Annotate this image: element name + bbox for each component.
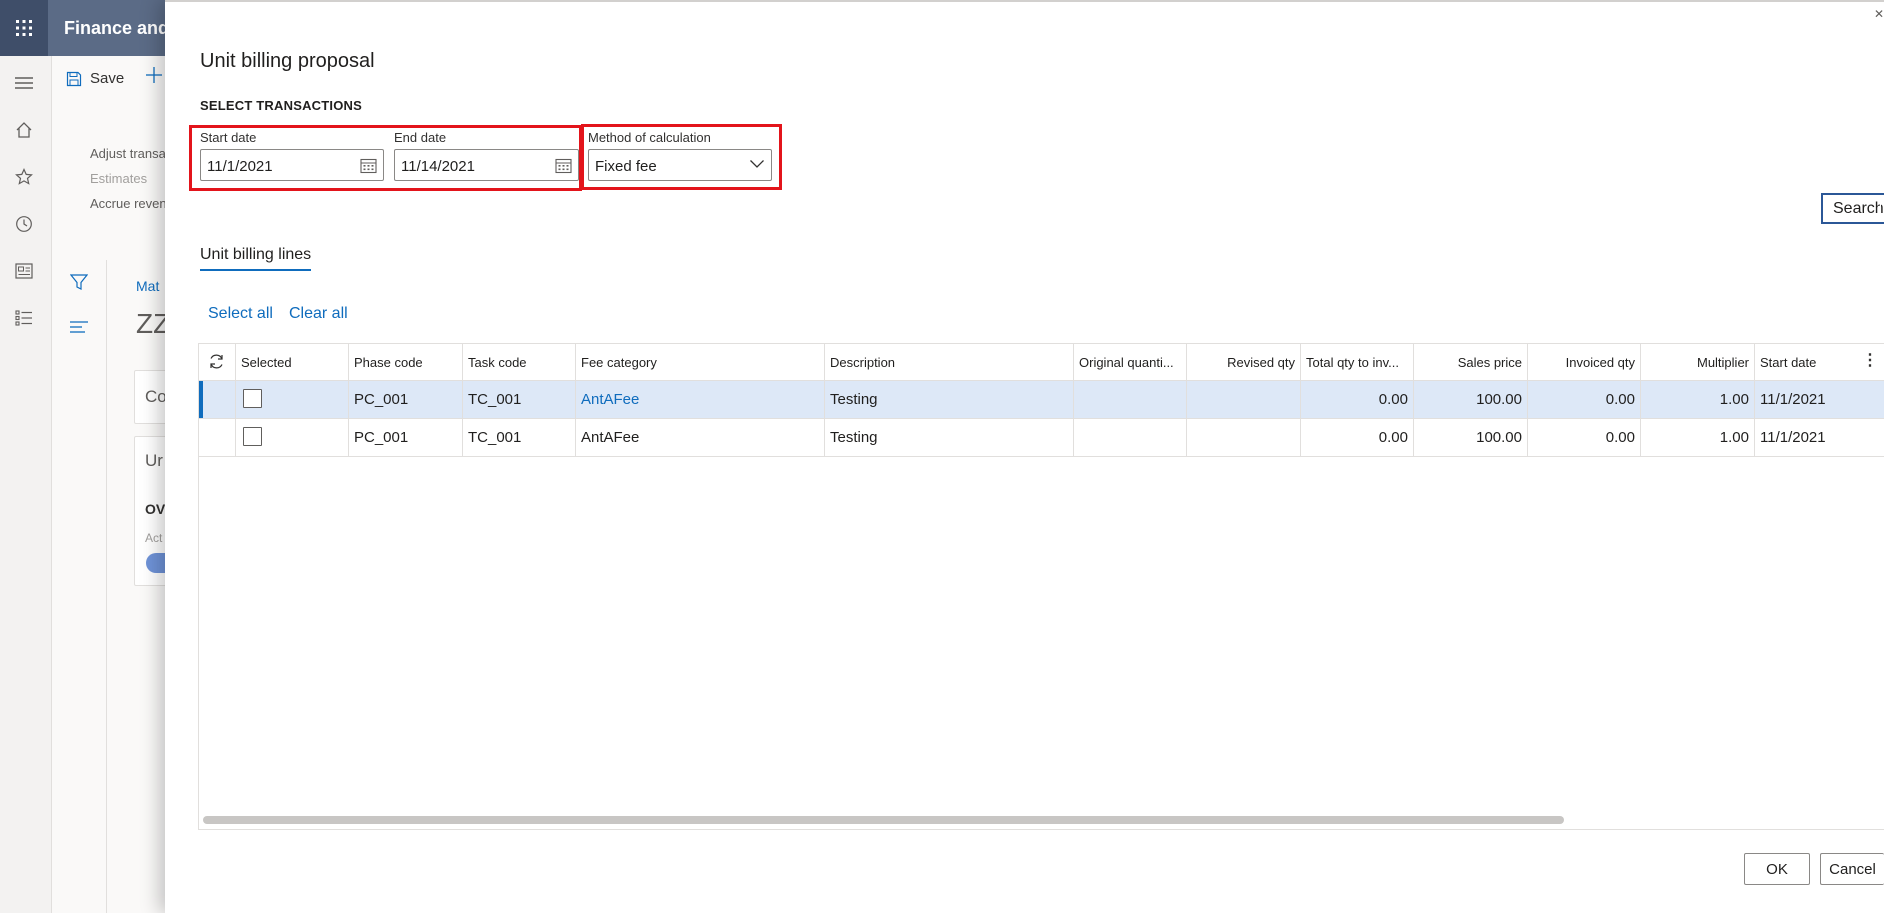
method-of-calculation-select[interactable]: Fixed fee — [588, 149, 772, 181]
table-row[interactable]: PC_001 TC_001 AntAFee Testing 0.00 100.0… — [199, 419, 1884, 457]
column-header-description[interactable]: Description — [825, 344, 1074, 381]
app-title[interactable]: Finance and — [64, 18, 169, 39]
start-date-label: Start date — [200, 130, 257, 145]
column-header-revised-qty[interactable]: Revised qty — [1187, 344, 1301, 381]
recent-clock-icon[interactable] — [13, 213, 35, 235]
save-icon — [66, 71, 82, 87]
fee-category-cell[interactable]: AntAFee — [576, 419, 825, 456]
column-header-sales-price[interactable]: Sales price — [1414, 344, 1528, 381]
grid-header: Selected Phase code Task code Fee catego… — [199, 344, 1884, 381]
description-cell[interactable]: Testing — [825, 419, 1074, 456]
workspaces-icon[interactable] — [13, 260, 35, 282]
row-checkbox[interactable] — [243, 389, 262, 408]
background-breadcrumb[interactable]: Mat — [136, 278, 159, 294]
close-icon[interactable]: ✕ — [1872, 8, 1884, 20]
end-date-label: End date — [394, 130, 447, 145]
dialog-title: Unit billing proposal — [200, 50, 375, 72]
unit-billing-lines-grid: Selected Phase code Task code Fee catego… — [198, 343, 1884, 830]
estimates-menu-item[interactable]: Estimates — [90, 171, 147, 186]
column-header-fee-category[interactable]: Fee category — [576, 344, 825, 381]
overview-title: OV — [145, 501, 166, 517]
phase-code-cell[interactable]: PC_001 — [349, 419, 463, 456]
grid-refresh-cell[interactable] — [199, 344, 236, 381]
row-marker-cell[interactable] — [199, 381, 236, 418]
navigation-rail — [0, 56, 52, 913]
calendar-icon[interactable] — [360, 157, 377, 174]
calendar-icon[interactable] — [555, 157, 572, 174]
invoiced-qty-cell[interactable]: 0.00 — [1528, 381, 1641, 418]
row-checkbox[interactable] — [243, 427, 262, 446]
background-card-2-label: Ur — [145, 451, 163, 470]
horizontal-scrollbar[interactable] — [203, 816, 1564, 824]
multiplier-cell[interactable]: 1.00 — [1641, 419, 1755, 456]
filter-rail — [52, 260, 107, 913]
multiplier-cell[interactable]: 1.00 — [1641, 381, 1755, 418]
favorites-star-icon[interactable] — [13, 166, 35, 188]
column-header-multiplier[interactable]: Multiplier — [1641, 344, 1755, 381]
column-header-selected[interactable]: Selected — [236, 344, 349, 381]
new-button[interactable] — [145, 66, 163, 84]
save-button[interactable]: Save — [66, 70, 124, 87]
more-options-icon[interactable]: ⋮ — [1860, 352, 1880, 370]
hamburger-menu-icon[interactable] — [13, 72, 35, 94]
task-code-cell[interactable]: TC_001 — [463, 381, 576, 418]
start-date-value: 11/1/2021 — [207, 158, 273, 175]
column-header-task-code[interactable]: Task code — [463, 344, 576, 381]
modules-list-icon[interactable] — [13, 307, 35, 329]
column-header-original-quantity[interactable]: Original quanti... — [1074, 344, 1187, 381]
column-header-invoiced-qty[interactable]: Invoiced qty — [1528, 344, 1641, 381]
end-date-field[interactable]: 11/14/2021 — [394, 149, 579, 181]
method-of-calculation-value: Fixed fee — [595, 158, 657, 175]
select-all-button[interactable]: Select all — [208, 305, 273, 323]
plus-icon — [145, 66, 163, 84]
app-launcher-icon[interactable] — [0, 0, 48, 56]
end-date-value: 11/14/2021 — [401, 158, 475, 175]
column-header-start-date[interactable]: Start date — [1755, 344, 1860, 381]
selected-cell[interactable] — [236, 381, 349, 418]
save-label: Save — [90, 70, 125, 87]
tab-unit-billing-lines[interactable]: Unit billing lines — [200, 246, 312, 271]
start-date-field[interactable]: 11/1/2021 — [200, 149, 384, 181]
sales-price-cell[interactable]: 100.00 — [1414, 419, 1528, 456]
home-icon[interactable] — [13, 119, 35, 141]
ok-button[interactable]: OK — [1744, 853, 1810, 885]
cancel-button[interactable]: Cancel — [1820, 853, 1884, 885]
method-of-calculation-label: Method of calculation — [588, 130, 711, 145]
table-row[interactable]: PC_001 TC_001 AntAFee Testing 0.00 100.0… — [199, 381, 1884, 419]
task-code-cell[interactable]: TC_001 — [463, 419, 576, 456]
search-button[interactable]: Search — [1821, 193, 1884, 224]
overview-label: Act — [145, 531, 163, 545]
description-cell[interactable]: Testing — [825, 381, 1074, 418]
revised-qty-cell[interactable] — [1187, 381, 1301, 418]
adjust-transactions-menu-item[interactable]: Adjust transa — [90, 146, 166, 161]
column-header-phase-code[interactable]: Phase code — [349, 344, 463, 381]
chevron-down-icon — [749, 159, 765, 169]
total-qty-cell[interactable]: 0.00 — [1301, 381, 1414, 418]
sales-price-cell[interactable]: 100.00 — [1414, 381, 1528, 418]
start-date-cell[interactable]: 11/1/2021 — [1755, 419, 1884, 456]
details-lines-icon[interactable] — [70, 320, 88, 339]
row-marker-cell[interactable] — [199, 419, 236, 456]
unit-billing-proposal-dialog: ✕ Unit billing proposal SELECT TRANSACTI… — [165, 0, 1884, 913]
fee-category-link[interactable]: AntAFee — [576, 381, 825, 418]
refresh-icon[interactable] — [208, 353, 225, 370]
selected-cell[interactable] — [236, 419, 349, 456]
phase-code-cell[interactable]: PC_001 — [349, 381, 463, 418]
original-quantity-cell[interactable] — [1074, 381, 1187, 418]
clear-all-button[interactable]: Clear all — [289, 305, 348, 323]
section-title: SELECT TRANSACTIONS — [200, 98, 362, 113]
revised-qty-cell[interactable] — [1187, 419, 1301, 456]
accrue-revenue-menu-item[interactable]: Accrue reven — [90, 196, 167, 211]
original-quantity-cell[interactable] — [1074, 419, 1187, 456]
background-card-1-label: Co — [145, 387, 167, 406]
filter-icon[interactable] — [69, 273, 89, 296]
start-date-cell[interactable]: 11/1/2021 — [1755, 381, 1884, 418]
invoiced-qty-cell[interactable]: 0.00 — [1528, 419, 1641, 456]
total-qty-cell[interactable]: 0.00 — [1301, 419, 1414, 456]
column-header-total-qty-to-invoice[interactable]: Total qty to inv... — [1301, 344, 1414, 381]
